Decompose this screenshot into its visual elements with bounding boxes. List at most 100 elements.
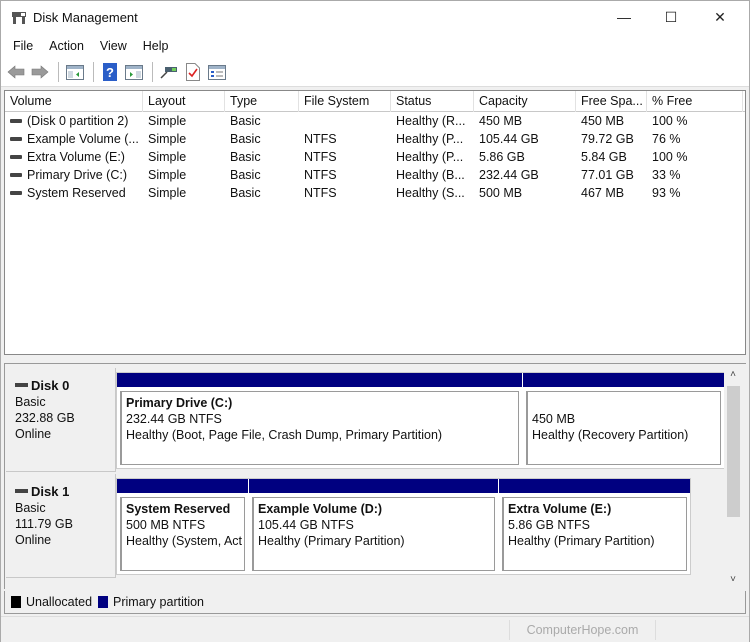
cell-capacity: 5.86 GB [479,150,525,164]
menu-action[interactable]: Action [41,37,92,55]
partition-primary-drive-c[interactable]: Primary Drive (C:) 232.44 GB NTFS Health… [117,373,522,468]
cell-volume: Extra Volume (E:) [5,148,143,166]
cell-layout: Simple [148,168,187,182]
cell-free-space: 467 MB [581,186,625,200]
properties-button[interactable] [182,61,204,83]
maximize-button[interactable]: ☐ [648,1,694,33]
minimize-button[interactable]: — [601,1,647,33]
partition-size: 450 MB [532,412,576,426]
partition-status: Healthy (Boot, Page File, Crash Dump, Pr… [126,428,443,442]
cell-percent-free: 76 % [652,132,681,146]
disk-1-partitions: System Reserved 500 MB NTFS Healthy (Sys… [116,478,691,575]
close-button[interactable]: ✕ [697,1,743,33]
primary-partition-bar [117,479,248,493]
disk-size: 232.88 GB [15,411,75,425]
back-button[interactable] [5,61,27,83]
disk-icon [15,383,28,388]
table-row[interactable]: Example Volume (... Simple Basic NTFS He… [5,130,745,148]
show-hide-console-tree-icon [66,64,84,80]
legend: Unallocated Primary partition [4,591,746,614]
cell-layout: Simple [148,114,187,128]
legend-primary-partition: Primary partition [113,595,205,609]
column-header-capacity[interactable]: Capacity [474,91,576,112]
volume-icon [10,136,22,141]
settings-list-button[interactable] [206,61,228,83]
primary-partition-bar [523,373,724,387]
connect-drive-button[interactable] [158,61,180,83]
title-bar: Disk Management — ☐ ✕ [1,1,749,34]
partition-size: 105.44 GB NTFS [258,518,354,532]
chevron-up-icon: ˄ [730,369,736,380]
help-button[interactable]: ? [99,61,121,83]
volume-list: Volume Layout Type File System Status Ca… [4,90,746,355]
minimize-icon: — [617,9,631,25]
scroll-thumb[interactable] [727,386,740,517]
volume-icon [10,118,22,123]
table-row[interactable]: (Disk 0 partition 2) Simple Basic Health… [5,112,745,130]
column-header-file-system[interactable]: File System [299,91,391,112]
scroll-down-button[interactable]: ˅ [724,571,742,588]
partition-example-volume-d[interactable]: Example Volume (D:) 105.44 GB NTFS Healt… [249,479,498,574]
show-hide-action-pane-button[interactable] [123,61,145,83]
disk-management-window: Disk Management — ☐ ✕ File Action View H… [0,0,750,642]
partition-extra-volume-e[interactable]: Extra Volume (E:) 5.86 GB NTFS Healthy (… [499,479,690,574]
cell-volume: System Reserved [5,184,143,202]
column-header-volume[interactable]: Volume [5,91,143,112]
partition-status: Healthy (System, Act [126,534,243,548]
partition-size: 5.86 GB NTFS [508,518,590,532]
column-header-percent-free[interactable]: % Free [647,91,743,112]
cell-type: Basic [230,186,261,200]
menu-help[interactable]: Help [135,37,177,55]
show-hide-console-tree-button[interactable] [64,61,86,83]
disk-0-label[interactable]: Disk 0 Basic 232.88 GB Online [6,368,116,472]
table-row[interactable]: System Reserved Simple Basic NTFS Health… [5,184,745,202]
cell-percent-free: 100 % [652,114,688,128]
forward-button[interactable] [29,61,51,83]
disk-status: Online [15,427,52,441]
cell-file-system [299,112,391,130]
menu-view[interactable]: View [92,37,135,55]
cell-free-space: 5.84 GB [581,150,627,164]
cell-status: Healthy (P... [396,150,464,164]
scroll-up-button[interactable]: ˄ [724,366,742,383]
disk-management-app-icon [12,12,26,24]
status-bar: ComputerHope.com [1,616,749,642]
disk-type: Basic [15,501,46,515]
volume-icon [10,154,22,159]
back-arrow-icon [7,65,25,79]
column-header-type[interactable]: Type [225,91,299,112]
disk-view-scrollbar[interactable]: ˄ ˅ [724,364,742,590]
list-header: Volume Layout Type File System Status Ca… [5,91,745,112]
watermark: ComputerHope.com [509,620,656,640]
column-header-status[interactable]: Status [391,91,474,112]
unallocated-swatch [11,596,21,608]
partition-recovery[interactable]: 450 MB Healthy (Recovery Partition) [523,373,724,468]
settings-list-icon [208,64,226,80]
cell-layout: Simple [148,186,187,200]
cell-file-system: NTFS [304,168,337,182]
graphical-disk-view: Disk 0 Basic 232.88 GB Online Primary Dr… [4,363,746,589]
disk-name: Disk 1 [15,484,115,500]
show-hide-action-pane-icon [125,64,143,80]
column-header-layout[interactable]: Layout [143,91,225,112]
disk-icon [15,489,28,494]
partition-title: System Reserved [126,502,231,516]
table-row[interactable]: Extra Volume (E:) Simple Basic NTFS Heal… [5,148,745,166]
cell-type: Basic [230,168,261,182]
cell-capacity: 500 MB [479,186,523,200]
primary-partition-swatch [98,596,109,608]
disk-name: Disk 0 [15,378,115,394]
column-header-free-space[interactable]: Free Spa... [576,91,647,112]
partition-title: Extra Volume (E:) [508,502,612,516]
cell-type: Basic [230,150,261,164]
disk-type: Basic [15,395,46,409]
primary-partition-bar [249,479,498,493]
cell-percent-free: 33 % [652,168,681,182]
chevron-down-icon: ˅ [730,574,736,585]
toolbar-separator [93,62,94,82]
menu-file[interactable]: File [5,37,41,55]
partition-system-reserved[interactable]: System Reserved 500 MB NTFS Healthy (Sys… [117,479,248,574]
table-row[interactable]: Primary Drive (C:) Simple Basic NTFS Hea… [5,166,745,184]
partition-status: Healthy (Primary Partition) [258,534,405,548]
disk-1-label[interactable]: Disk 1 Basic 111.79 GB Online [6,474,116,578]
